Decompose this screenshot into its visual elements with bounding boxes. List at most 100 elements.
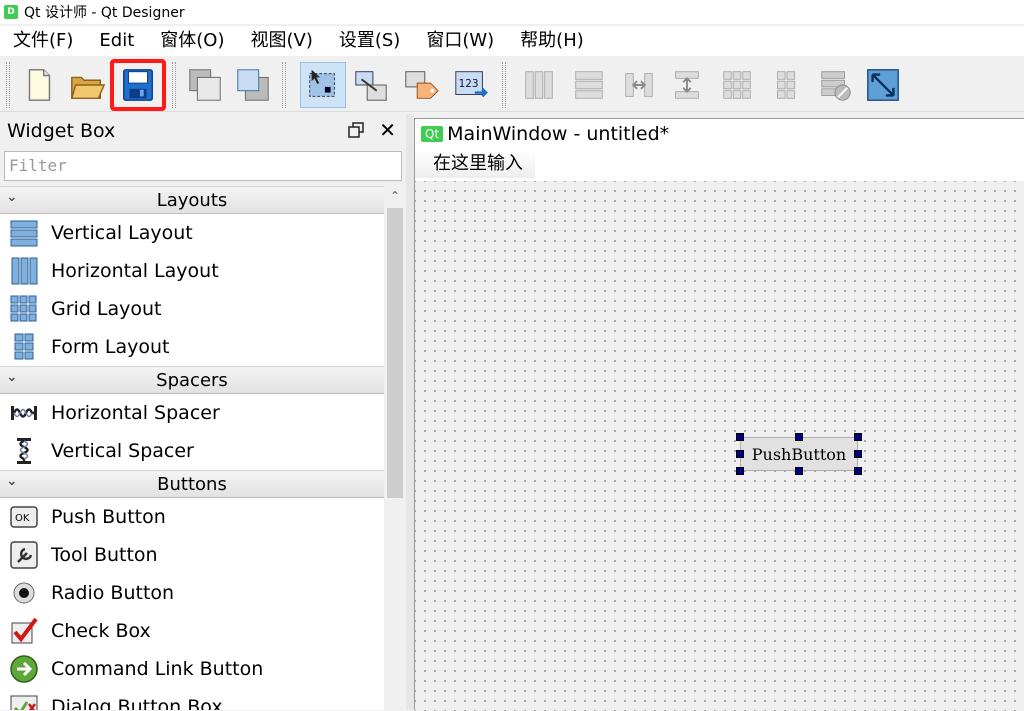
menu-window[interactable]: 窗口(W) — [413, 26, 507, 56]
layout-form-button[interactable] — [764, 62, 810, 108]
edit-signals-button[interactable] — [348, 62, 394, 108]
vertical-layout-icon — [9, 218, 39, 248]
save-disk-icon — [123, 69, 153, 101]
widget-vertical-spacer[interactable]: Vertical Spacer — [0, 432, 384, 470]
form-menu-bar: 在这里输入 — [415, 149, 1024, 179]
widget-list: ⌄ Layouts Vertical Layout Horizontal Lay… — [0, 186, 384, 710]
toolbar-separator — [282, 62, 286, 108]
dialog-button-box-icon — [9, 692, 39, 710]
form-window: Qt MainWindow - untitled* 在这里输入 PushButt… — [414, 118, 1024, 711]
adjust-size-icon — [867, 69, 899, 101]
widget-horizontal-layout[interactable]: Horizontal Layout — [0, 252, 384, 290]
widget-label: Form Layout — [51, 336, 170, 358]
widget-horizontal-spacer[interactable]: Horizontal Spacer — [0, 394, 384, 432]
resize-handle[interactable] — [736, 467, 744, 475]
layout-horizontal-splitter-button[interactable] — [616, 62, 662, 108]
form-title: MainWindow - untitled* — [447, 123, 670, 145]
widget-push-button[interactable]: OK Push Button — [0, 498, 384, 536]
type-here-menu[interactable]: 在这里输入 — [415, 150, 535, 178]
check-box-icon — [9, 616, 39, 646]
form-canvas[interactable]: PushButton — [415, 181, 1024, 711]
filter-input[interactable]: Filter — [4, 151, 402, 181]
menu-help[interactable]: 帮助(H) — [507, 26, 597, 56]
horizontal-layout-icon — [9, 256, 39, 286]
layout-vertical-splitter-button[interactable] — [664, 62, 710, 108]
horizontal-splitter-icon — [625, 73, 653, 97]
tab-order-icon: 123 — [455, 71, 488, 98]
form-layout-icon — [9, 332, 39, 362]
widget-tool-button[interactable]: Tool Button — [0, 536, 384, 574]
widget-grid-layout[interactable]: Grid Layout — [0, 290, 384, 328]
command-link-icon — [9, 654, 39, 684]
category-label: Buttons — [157, 473, 227, 495]
dock-splitter[interactable] — [406, 114, 414, 710]
category-buttons[interactable]: ⌄ Buttons — [0, 470, 384, 498]
widget-label: Push Button — [51, 506, 166, 528]
resize-handle[interactable] — [854, 467, 862, 475]
grid-layout-icon — [723, 71, 751, 99]
toolbar-grip[interactable] — [6, 62, 10, 108]
widget-list-scrollbar[interactable]: ⌃ — [385, 186, 405, 710]
toolbar-separator — [172, 62, 176, 108]
float-dock-icon[interactable] — [348, 122, 364, 138]
send-to-back-button[interactable] — [230, 62, 276, 108]
adjust-size-button[interactable] — [860, 62, 906, 108]
widget-box-dock: Widget Box ✕ Filter ⌄ Layouts Vertical L… — [0, 114, 406, 710]
widget-label: Command Link Button — [51, 658, 264, 680]
category-layouts[interactable]: ⌄ Layouts — [0, 186, 384, 214]
radio-button-icon — [9, 578, 39, 608]
widget-label: Horizontal Layout — [51, 260, 219, 282]
edit-widgets-icon — [309, 69, 335, 97]
horizontal-layout-icon — [525, 71, 553, 99]
break-layout-button[interactable] — [812, 62, 858, 108]
widget-label: Vertical Spacer — [51, 440, 194, 462]
new-file-icon — [28, 69, 51, 101]
edit-widgets-button[interactable] — [300, 62, 346, 108]
buddy-tag-icon — [405, 71, 439, 99]
menu-bar: 文件(F) Edit 窗体(O) 视图(V) 设置(S) 窗口(W) 帮助(H) — [0, 26, 1024, 56]
category-label: Spacers — [156, 369, 228, 391]
menu-edit[interactable]: Edit — [86, 26, 147, 56]
vertical-splitter-icon — [675, 71, 699, 99]
save-button[interactable] — [110, 59, 166, 111]
layout-grid-button[interactable] — [714, 62, 760, 108]
layout-horizontal-button[interactable] — [516, 62, 562, 108]
widget-radio-button[interactable]: Radio Button — [0, 574, 384, 612]
break-layout-icon — [821, 71, 851, 101]
bring-front-icon — [237, 69, 269, 101]
menu-file[interactable]: 文件(F) — [0, 26, 86, 56]
resize-handle[interactable] — [795, 467, 803, 475]
resize-handle[interactable] — [795, 433, 803, 441]
scroll-up-icon[interactable]: ⌃ — [385, 186, 405, 206]
signals-slots-icon — [355, 71, 387, 101]
resize-handle[interactable] — [854, 450, 862, 458]
menu-settings[interactable]: 设置(S) — [326, 26, 413, 56]
resize-handle[interactable] — [736, 450, 744, 458]
close-dock-icon[interactable]: ✕ — [379, 118, 396, 142]
edit-buddies-button[interactable] — [398, 62, 444, 108]
chevron-down-icon: ⌄ — [6, 189, 18, 205]
category-spacers[interactable]: ⌄ Spacers — [0, 366, 384, 394]
scroll-thumb[interactable] — [387, 208, 403, 498]
menu-form[interactable]: 窗体(O) — [147, 26, 237, 56]
bring-to-front-button[interactable] — [182, 62, 228, 108]
widget-box-title: Widget Box — [7, 120, 116, 142]
vertical-spacer-icon — [9, 436, 39, 466]
resize-handle[interactable] — [854, 433, 862, 441]
widget-dialog-button-box[interactable]: Dialog Button Box — [0, 688, 384, 710]
resize-handle[interactable] — [736, 433, 744, 441]
open-file-button[interactable] — [64, 62, 110, 108]
edit-tab-order-button[interactable]: 123 — [448, 62, 494, 108]
widget-label: Radio Button — [51, 582, 175, 604]
vertical-layout-icon — [575, 71, 603, 99]
push-button-icon: OK — [9, 502, 39, 532]
new-file-button[interactable] — [16, 62, 62, 108]
horizontal-spacer-icon — [9, 398, 39, 428]
widget-check-box[interactable]: Check Box — [0, 612, 384, 650]
push-button-widget[interactable]: PushButton — [740, 437, 858, 471]
menu-view[interactable]: 视图(V) — [237, 26, 325, 56]
layout-vertical-button[interactable] — [566, 62, 612, 108]
widget-form-layout[interactable]: Form Layout — [0, 328, 384, 366]
widget-command-link-button[interactable]: Command Link Button — [0, 650, 384, 688]
widget-vertical-layout[interactable]: Vertical Layout — [0, 214, 384, 252]
